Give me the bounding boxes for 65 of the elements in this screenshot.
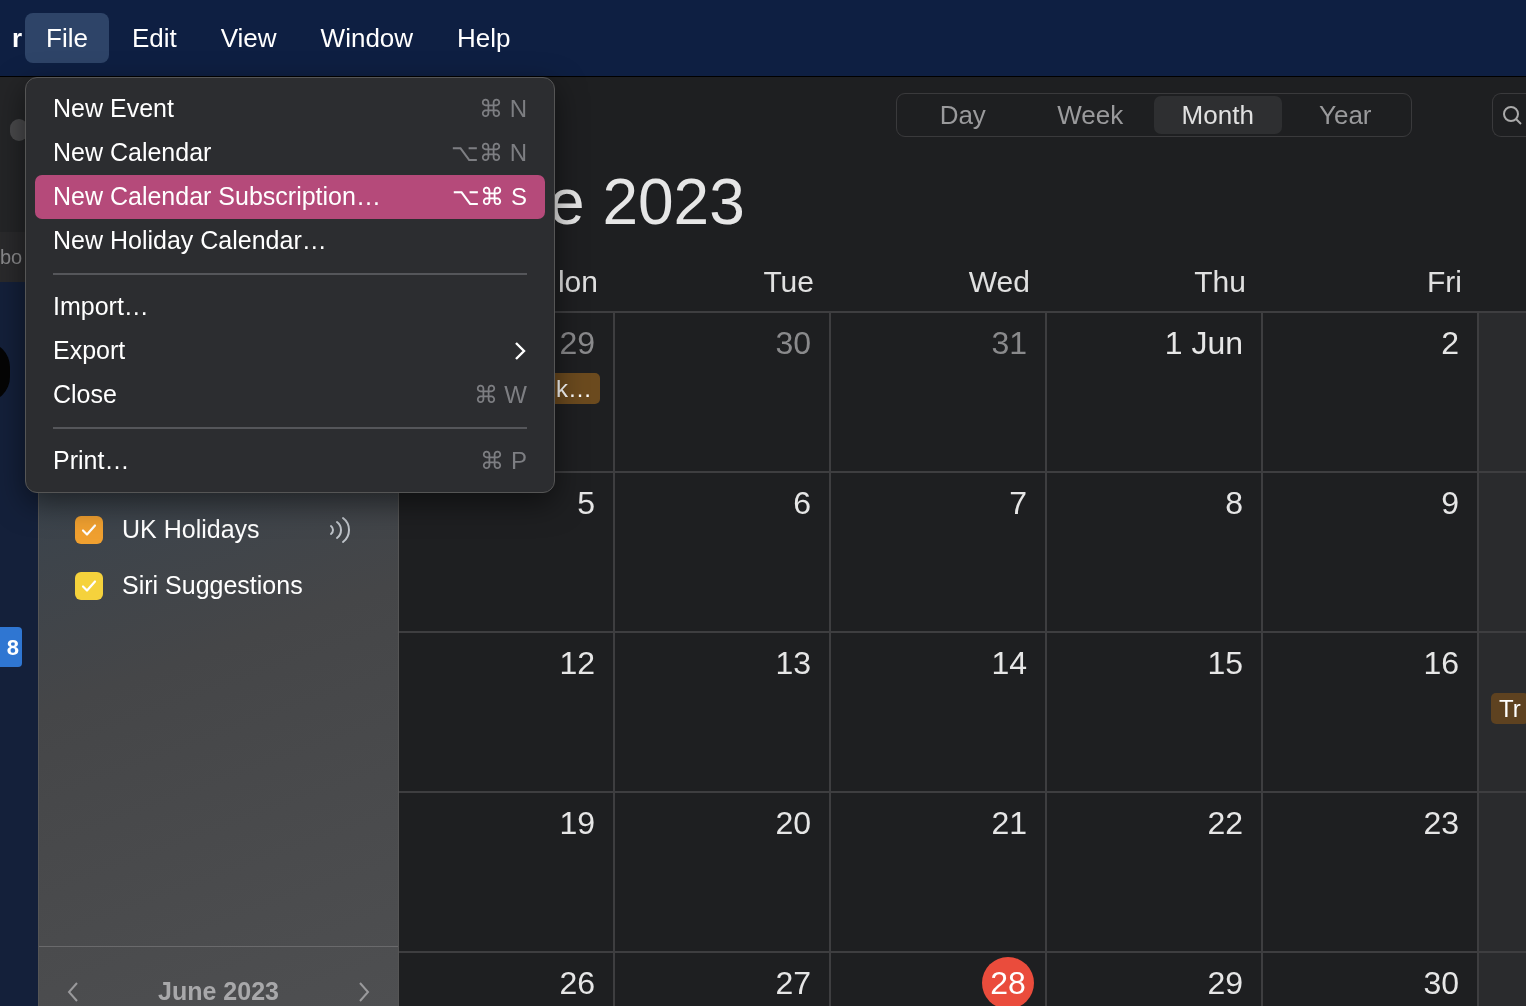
window-label: bo xyxy=(0,245,23,270)
menu-item[interactable]: New Calendar Subscription… ⌥⌘ S xyxy=(35,175,545,219)
mini-month-title: June 2023 xyxy=(158,979,279,1004)
menu-item[interactable]: New Event ⌘ N xyxy=(35,87,545,131)
shortcut-label: ⌘ N xyxy=(479,94,527,124)
day-number: 27 xyxy=(775,967,811,999)
weekday-label: Fri xyxy=(1427,263,1462,300)
day-number: 29 xyxy=(1207,967,1243,999)
day-number: 30 xyxy=(1423,967,1459,999)
view-tab[interactable]: Year xyxy=(1281,95,1409,134)
event-chip[interactable]: Tr xyxy=(1491,693,1526,724)
day-number: 1 Jun xyxy=(1164,327,1243,359)
weekday-label: Tue xyxy=(763,263,814,300)
previous-icon[interactable] xyxy=(65,980,81,1004)
day-number: 21 xyxy=(991,807,1027,839)
menu-item[interactable]: New Holiday Calendar… xyxy=(35,219,545,263)
calendar-checkbox[interactable] xyxy=(75,572,103,600)
menu-item[interactable]: New Calendar ⌥⌘ N xyxy=(35,131,545,175)
day-number: 15 xyxy=(1207,647,1243,679)
day-number: 19 xyxy=(559,807,595,839)
weekend-cell[interactable]: Tr xyxy=(1479,633,1526,791)
day-number: 8 xyxy=(1225,487,1243,519)
day-number: 30 xyxy=(775,327,811,359)
menu-bar-item[interactable]: Edit xyxy=(110,13,198,63)
day-number: 29 xyxy=(559,327,595,359)
calendar-name[interactable]: UK Holidays xyxy=(122,511,312,549)
menu-bar-item[interactable]: Help xyxy=(436,13,532,63)
app-menu[interactable]: r xyxy=(0,18,22,58)
menu-bar-item[interactable]: Window xyxy=(299,13,435,63)
menu-bar-item[interactable]: File xyxy=(25,13,109,63)
calendar-name[interactable]: Siri Suggestions xyxy=(122,567,312,605)
weekday-label: Wed xyxy=(968,263,1030,300)
menu-item[interactable]: Export xyxy=(35,329,545,373)
shortcut-label: ⌘ W xyxy=(473,380,527,410)
next-icon[interactable] xyxy=(356,980,372,1004)
day-number: 7 xyxy=(1009,487,1027,519)
search-icon xyxy=(1501,103,1523,126)
shortcut-label: ⌥⌘ S xyxy=(452,182,527,212)
day-number: 9 xyxy=(1441,487,1459,519)
search-button[interactable] xyxy=(1492,92,1526,137)
weekday-label: Thu xyxy=(1194,263,1246,300)
day-number: 23 xyxy=(1423,807,1459,839)
shortcut-label: ⌘ P xyxy=(480,446,527,476)
day-number: 22 xyxy=(1207,807,1243,839)
menu-item[interactable]: Import… xyxy=(35,285,545,329)
view-tab[interactable]: Week xyxy=(1026,95,1154,134)
day-number: 20 xyxy=(775,807,811,839)
day-number: 12 xyxy=(559,647,595,679)
day-number: 2 xyxy=(1441,327,1459,359)
day-number: 5 xyxy=(577,487,595,519)
shortcut-label: ⌥⌘ N xyxy=(451,138,527,168)
count-badge: 8 xyxy=(0,627,22,667)
day-number: 16 xyxy=(1423,647,1459,679)
view-tab[interactable]: Month xyxy=(1154,95,1282,134)
view-tab[interactable]: Day xyxy=(899,95,1027,134)
day-number: 28 xyxy=(982,957,1034,1006)
day-number: 14 xyxy=(991,647,1027,679)
day-number: 26 xyxy=(559,967,595,999)
day-number: 6 xyxy=(793,487,811,519)
calendar-checkbox[interactable] xyxy=(75,516,103,544)
menu-bar-item[interactable]: View xyxy=(199,13,298,63)
day-number: 13 xyxy=(775,647,811,679)
day-number: 31 xyxy=(991,327,1027,359)
weekday-label: lon xyxy=(557,263,598,300)
menu-item[interactable]: Close ⌘ W xyxy=(35,373,545,417)
